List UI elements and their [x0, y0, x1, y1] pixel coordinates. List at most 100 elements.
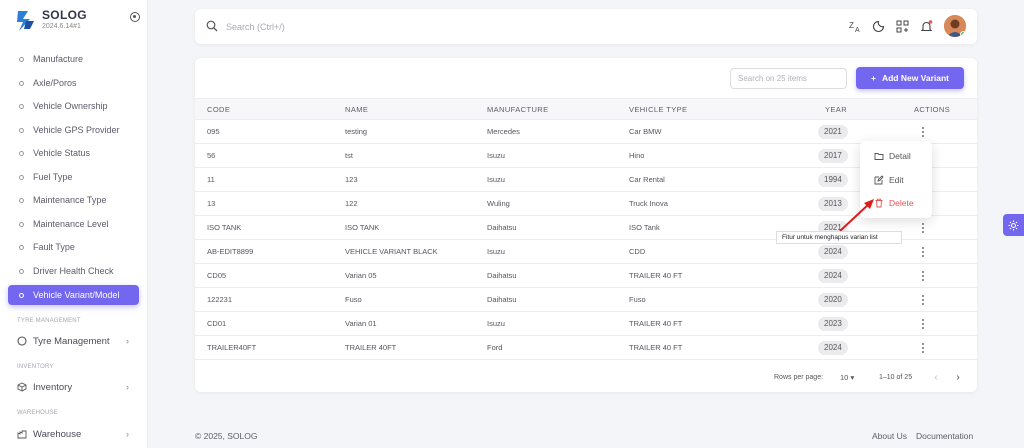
menu-item-edit[interactable]: Edit: [874, 173, 904, 187]
rows-per-page-label: Rows per page:: [774, 374, 824, 381]
menu-item-label: Edit: [889, 175, 904, 185]
brand[interactable]: SOLOG 2024.6.14#1: [14, 7, 140, 39]
circle-icon: [19, 103, 24, 109]
plus-icon: +: [870, 73, 876, 83]
column-header-code[interactable]: CODE: [207, 105, 230, 114]
rows-per-page-value: 10: [840, 373, 849, 382]
copyright-text: © 2025, SOLOG: [195, 431, 258, 441]
translate-icon[interactable]: ZA: [848, 19, 862, 33]
cell-name: Varian 01: [345, 319, 377, 328]
cell-vehicle-type: TRAILER 40 FT: [629, 271, 683, 280]
caret-down-icon: ▾: [850, 373, 855, 382]
sidebar-item-gps-provider[interactable]: Vehicle GPS Provider: [8, 120, 139, 140]
gear-icon: [1008, 220, 1019, 230]
sidebar-item-vehicle-ownership[interactable]: Vehicle Ownership: [8, 96, 139, 116]
cell-manufacture: Daihatsu: [487, 223, 517, 232]
sidebar-item-fault-type[interactable]: Fault Type: [8, 237, 139, 257]
brand-name: SOLOG: [42, 8, 87, 22]
table-row[interactable]: TRAILER40FT TRAILER 40FT Ford TRAILER 40 FT…: [195, 336, 977, 360]
cell-name: Varian 05: [345, 271, 377, 280]
sidebar-item-tyre-management[interactable]: Tyre Management ›: [17, 333, 129, 349]
sidebar-item-maintenance-type[interactable]: Maintenance Type: [8, 190, 139, 210]
cell-code: 11: [207, 175, 215, 184]
sidebar-item-warehouse[interactable]: Warehouse ›: [17, 426, 129, 442]
cell-code: CD05: [207, 271, 227, 280]
cell-manufacture: Daihatsu: [487, 295, 517, 304]
sidebar-item-label: Inventory: [33, 381, 73, 393]
user-avatar[interactable]: [944, 15, 966, 37]
sidebar-item-axle[interactable]: Axle/Poros: [8, 73, 139, 93]
cell-code: AB-EDIT8899: [207, 247, 254, 256]
cell-vehicle-type: Hino: [629, 151, 645, 160]
footer-link-documentation[interactable]: Documentation: [916, 431, 973, 441]
cell-code: ISO TANK: [207, 223, 242, 232]
sidebar-pin-icon[interactable]: [130, 12, 140, 22]
cell-vehicle-type: CDD: [629, 247, 646, 256]
sidebar-item-label: Manufacture: [33, 54, 84, 64]
sidebar-item-label: Driver Health Check: [33, 266, 114, 276]
column-header-actions: ACTIONS: [914, 105, 951, 114]
sidebar-item-maintenance-level[interactable]: Maintenance Level: [8, 214, 139, 234]
cell-vehicle-type: TRAILER 40 FT: [629, 319, 683, 328]
add-new-variant-button[interactable]: + Add New Variant: [856, 67, 964, 89]
circle-icon: [19, 221, 24, 227]
folder-icon: [874, 153, 884, 160]
cell-name: 123: [345, 175, 358, 184]
sidebar-item-fuel-type[interactable]: Fuel Type: [8, 167, 139, 187]
cell-name: Fuso: [345, 295, 362, 304]
cell-name: 122: [345, 199, 358, 208]
column-header-name[interactable]: NAME: [345, 105, 368, 114]
column-header-manufacture[interactable]: MANUFACTURE: [487, 105, 549, 114]
prev-page-button[interactable]: ‹: [930, 372, 942, 384]
year-badge: 2024: [818, 269, 848, 283]
next-page-button[interactable]: ›: [952, 372, 964, 384]
cell-manufacture: Isuzu: [487, 247, 505, 256]
circle-icon: [19, 292, 24, 298]
global-search-input[interactable]: [226, 18, 426, 36]
theme-toggle-icon[interactable]: [871, 19, 885, 33]
circle-icon: [19, 127, 24, 133]
sidebar-item-vehicle-status[interactable]: Vehicle Status: [8, 143, 139, 163]
year-badge: 2017: [818, 149, 848, 163]
cell-code: 56: [207, 151, 216, 160]
sidebar-item-driver-health-check[interactable]: Driver Health Check: [8, 261, 139, 281]
footer-link-about[interactable]: About Us: [872, 431, 907, 441]
more-actions-icon[interactable]: [920, 221, 926, 235]
column-header-year[interactable]: YEAR: [825, 105, 847, 114]
sidebar-item-manufacture[interactable]: Manufacture: [8, 49, 139, 69]
cell-name: testing: [345, 127, 368, 136]
customizer-settings-button[interactable]: [1003, 214, 1024, 236]
shortcuts-icon[interactable]: [895, 19, 909, 33]
cell-vehicle-type: ISO Tank: [629, 223, 660, 232]
svg-text:Z: Z: [849, 21, 854, 30]
year-badge: 2024: [818, 245, 848, 259]
sidebar-item-label: Maintenance Type: [33, 195, 107, 205]
column-header-vehicle-type[interactable]: VEHICLE TYPE: [629, 105, 687, 114]
cell-manufacture: Isuzu: [487, 319, 505, 328]
more-actions-icon[interactable]: [920, 341, 926, 355]
cell-manufacture: Isuzu: [487, 175, 505, 184]
more-actions-icon[interactable]: [920, 269, 926, 283]
more-actions-icon[interactable]: [920, 125, 926, 139]
circle-icon: [19, 80, 24, 86]
table-row[interactable]: CD05 Varian 05 Daihatsu TRAILER 40 FT 2024: [195, 264, 977, 288]
notification-bell-icon[interactable]: [919, 19, 933, 33]
sidebar-item-label: Vehicle Ownership: [33, 101, 108, 111]
table-search-input[interactable]: [730, 68, 847, 89]
table-row[interactable]: 122231 Fuso Daihatsu Fuso 2020: [195, 288, 977, 312]
table-row[interactable]: CD01 Varian 01 Isuzu TRAILER 40 FT 2023: [195, 312, 977, 336]
chevron-right-icon: ›: [126, 336, 129, 346]
cell-vehicle-type: Truck Inova: [629, 199, 668, 208]
year-badge: 1994: [818, 173, 848, 187]
more-actions-icon[interactable]: [920, 317, 926, 331]
rows-per-page-select[interactable]: 10 ▾: [840, 373, 854, 382]
brand-version: 2024.6.14#1: [42, 23, 81, 30]
more-actions-icon[interactable]: [920, 245, 926, 259]
menu-item-label: Detail: [889, 151, 911, 161]
sidebar-item-vehicle-variant[interactable]: Vehicle Variant/Model: [8, 285, 139, 305]
circle-icon: [19, 268, 24, 274]
table-row[interactable]: 095 testing Mercedes Car BMW 2021: [195, 120, 977, 144]
menu-item-detail[interactable]: Detail: [874, 149, 911, 163]
more-actions-icon[interactable]: [920, 293, 926, 307]
sidebar-item-inventory[interactable]: Inventory ›: [17, 379, 129, 395]
